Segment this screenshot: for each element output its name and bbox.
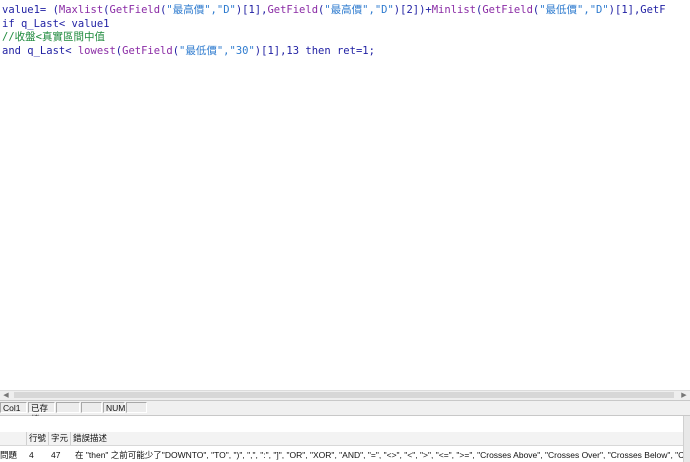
code-token: and q_Last< (2, 44, 78, 57)
code-token: //收盤<真實區間中值 (2, 31, 105, 43)
status-bar: Col1 已存檔 NUM (0, 400, 690, 424)
code-token: )[1],13 then ret=1; (254, 44, 375, 57)
code-token: )[2])+ (393, 4, 432, 16)
row-error-description: 在 "then" 之前可能少了"DOWNTO", "TO", ")", ",",… (75, 450, 684, 460)
code-token: value1= ( (2, 4, 59, 16)
code-token: GetField (122, 44, 173, 57)
status-saved: 已存檔 (28, 402, 55, 424)
error-output-panel: 行號 字元 錯誤描述 問題 4 47 在 "then" 之前可能少了"DOWNT… (0, 430, 684, 462)
header-error-description[interactable]: 錯誤描述 (71, 432, 684, 445)
code-token: )[1], (235, 4, 268, 16)
code-token: "最高價","D" (324, 4, 394, 16)
code-token: lowest (77, 44, 116, 57)
panel-splitter[interactable] (0, 416, 690, 430)
code-token: "最低價","D" (539, 4, 609, 16)
code-token: "最高價","D" (166, 4, 236, 16)
status-num-lock: NUM (103, 402, 125, 413)
code-token: "最低價","30" (179, 44, 255, 57)
code-token: GetField (267, 4, 319, 16)
code-token: GetField (109, 4, 161, 16)
code-token: Minlist (431, 4, 476, 16)
code-editor[interactable]: value1= (Maxlist(GetField("最高價","D")[1],… (0, 0, 690, 390)
header-type[interactable] (0, 432, 27, 445)
scroll-right-arrow-icon[interactable]: ▶ (678, 391, 690, 400)
code-token: GetField (482, 4, 533, 16)
vertical-scrollbar[interactable] (683, 416, 690, 462)
status-cell-empty (126, 402, 147, 413)
row-line-number: 4 (29, 450, 34, 460)
code-token: )[1],GetF (608, 4, 666, 16)
error-table-header: 行號 字元 錯誤描述 (0, 432, 684, 446)
scroll-left-arrow-icon[interactable]: ◀ (0, 391, 12, 400)
status-column: Col1 (0, 402, 27, 413)
row-char: 47 (51, 450, 61, 460)
scrollbar-thumb[interactable] (14, 392, 674, 398)
header-char[interactable]: 字元 (49, 432, 71, 445)
horizontal-scrollbar[interactable]: ◀ ▶ (0, 390, 690, 400)
row-type: 問題 (0, 450, 18, 460)
code-line[interactable]: and q_Last< lowest(GetField("最低價","30")[… (2, 43, 375, 59)
code-token: if q_Last< value1 (2, 17, 110, 30)
header-line-number[interactable]: 行號 (27, 432, 49, 445)
status-cell-empty (56, 402, 80, 413)
status-cell-empty (81, 402, 102, 413)
code-token: Maxlist (58, 4, 104, 16)
